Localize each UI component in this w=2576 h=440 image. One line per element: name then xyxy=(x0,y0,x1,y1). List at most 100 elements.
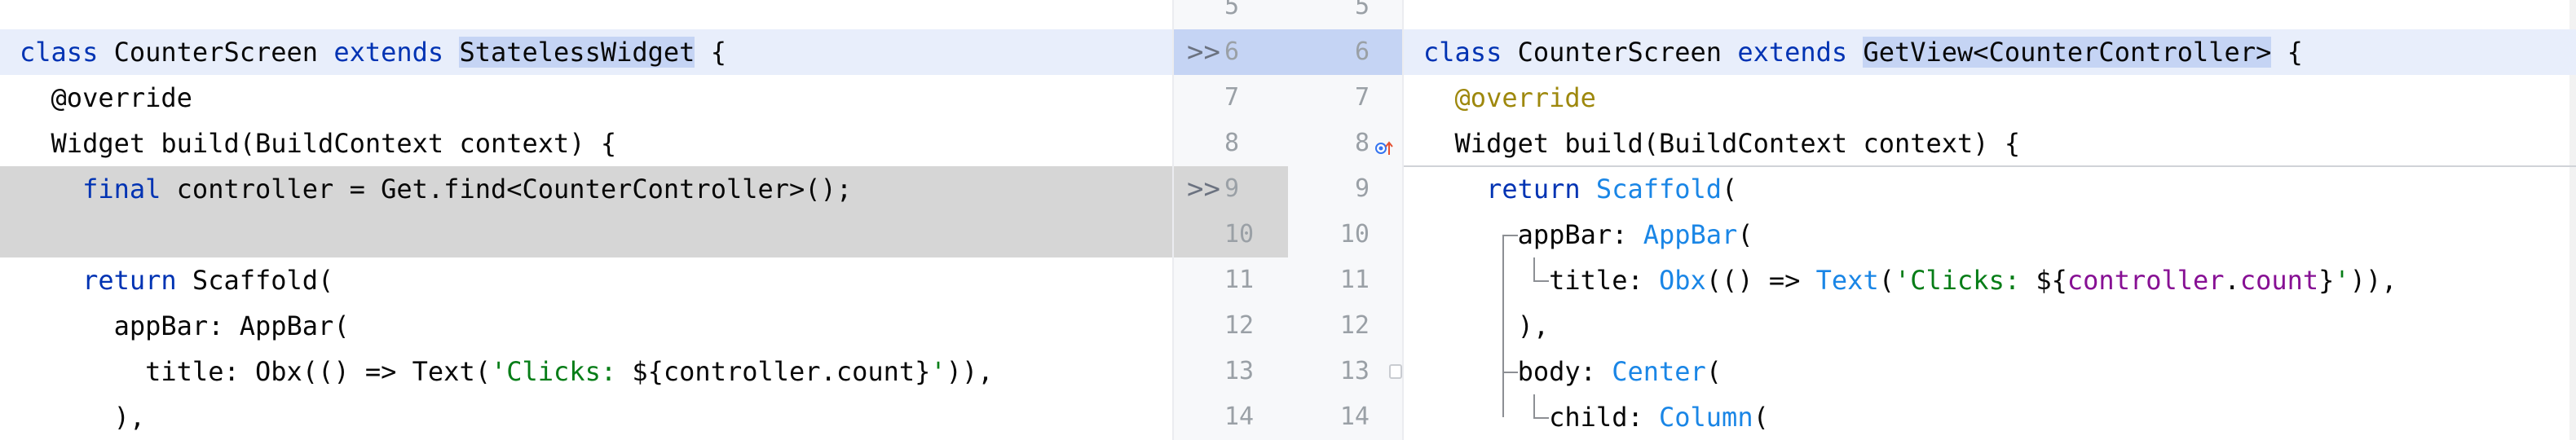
code-token: ), xyxy=(1423,310,1550,341)
code-token: ( xyxy=(1878,265,1895,296)
left-line-number: 14 xyxy=(1224,403,1255,431)
code-token: (BuildContext context) { xyxy=(1643,128,2021,159)
code-token: 'Clicks: xyxy=(1894,265,2036,296)
tree-guide xyxy=(1502,235,1504,417)
code-token: ${ xyxy=(2036,265,2067,296)
left-diff-pane[interactable]: class CounterScreen extends StatelessWid… xyxy=(0,0,1172,440)
code-text: ), xyxy=(20,394,146,440)
code-token: ( xyxy=(1722,174,1738,205)
right-code-line[interactable]: appBar: AppBar( xyxy=(1404,212,2576,257)
code-token: class xyxy=(20,37,114,68)
code-token: CounterScreen xyxy=(1517,37,1738,68)
code-token: extends xyxy=(1737,37,1864,68)
code-token: ), xyxy=(20,402,146,433)
changed-token: GetView<CounterController> xyxy=(1863,37,2272,68)
code-token: controller = Get.find<CounterController>… xyxy=(176,174,853,205)
right-line-number: 9 xyxy=(1354,174,1370,203)
code-text: final controller = Get.find<CounterContr… xyxy=(20,166,852,212)
code-token: Center xyxy=(1612,356,1706,387)
right-code-line[interactable]: ), xyxy=(1404,303,2576,349)
left-code-line[interactable]: appBar: AppBar( xyxy=(0,303,1172,349)
code-token: @override xyxy=(20,82,192,113)
left-code-line[interactable]: Widget build(BuildContext context) { xyxy=(0,121,1172,166)
right-diff-pane[interactable]: class CounterScreen extends GetView<Coun… xyxy=(1404,0,2576,440)
code-token: (() => xyxy=(1705,265,1816,296)
code-token: { xyxy=(2271,37,2303,68)
right-line-number: 10 xyxy=(1339,220,1370,249)
code-token: { xyxy=(695,37,726,68)
left-line-number: 12 xyxy=(1224,311,1255,340)
left-line-number: 8 xyxy=(1224,129,1240,157)
code-text: return Scaffold( xyxy=(20,257,333,303)
right-line-number: 7 xyxy=(1354,83,1370,112)
right-code-line[interactable]: body: Center( xyxy=(1404,349,2576,394)
code-token: Obx xyxy=(1658,265,1706,296)
fold-marker-icon[interactable] xyxy=(1389,364,1402,379)
code-token: build xyxy=(1564,128,1643,159)
code-token: ( xyxy=(1737,219,1753,250)
left-line-number: 13 xyxy=(1224,357,1255,385)
code-token: Scaffold xyxy=(1595,174,1722,205)
code-token: CounterScreen xyxy=(113,37,334,68)
left-code-line[interactable]: return Scaffold( xyxy=(0,257,1172,303)
apply-change-chevron-icon[interactable]: >> xyxy=(1187,166,1220,212)
apply-change-chevron-icon[interactable]: >> xyxy=(1187,29,1220,75)
tree-guide xyxy=(1533,257,1536,280)
right-code-line[interactable]: child: Column( xyxy=(1404,394,2576,440)
code-text: class CounterScreen extends StatelessWid… xyxy=(20,29,726,75)
right-line-number: 5 xyxy=(1354,0,1370,20)
code-token: ${controller.count} xyxy=(632,356,931,387)
left-code-line[interactable]: @override xyxy=(0,75,1172,121)
right-line-number: 14 xyxy=(1339,403,1370,431)
override-method-icon[interactable] xyxy=(1374,134,1394,155)
code-token: ' xyxy=(930,356,946,387)
code-token: return xyxy=(1486,174,1596,205)
left-line-number: 7 xyxy=(1224,83,1240,112)
code-token: )), xyxy=(2349,265,2397,296)
code-text: Widget build(BuildContext context) { xyxy=(1423,121,2021,166)
code-token: controller xyxy=(2067,265,2225,296)
right-code-line[interactable]: class CounterScreen extends GetView<Coun… xyxy=(1404,29,2576,75)
code-token: Column xyxy=(1658,402,1753,433)
tree-guide xyxy=(1533,417,1550,419)
tree-guide xyxy=(1502,372,1518,373)
code-text: Widget build(BuildContext context) { xyxy=(20,121,617,166)
right-line-number: 12 xyxy=(1339,311,1370,340)
left-line-number: 10 xyxy=(1224,220,1255,249)
left-line-number: 6 xyxy=(1224,37,1240,66)
right-code-line[interactable]: @override xyxy=(1404,75,2576,121)
code-text: title: Obx(() => Text('Clicks: ${control… xyxy=(20,349,993,394)
left-code-line[interactable]: ), xyxy=(0,394,1172,440)
left-line-number: 5 xyxy=(1224,0,1240,20)
code-token: ( xyxy=(1705,356,1722,387)
tree-guide xyxy=(1502,235,1518,236)
left-code-line[interactable] xyxy=(0,212,1172,257)
right-line-number: 8 xyxy=(1354,129,1370,157)
code-text: appBar: AppBar( xyxy=(20,303,350,349)
right-code-line[interactable]: return Scaffold( xyxy=(1404,166,2576,212)
code-token: ' xyxy=(2334,265,2350,296)
code-token: 'Clicks: xyxy=(490,356,633,387)
right-line-number: 6 xyxy=(1354,37,1370,66)
code-text: class CounterScreen extends GetView<Coun… xyxy=(1423,29,2303,75)
code-token: Widget build(BuildContext context) { xyxy=(20,128,617,159)
code-token: ( xyxy=(1753,402,1769,433)
code-token: } xyxy=(2318,265,2335,296)
code-token: class xyxy=(1423,37,1518,68)
left-line-number: 11 xyxy=(1224,266,1255,294)
diff-gutter[interactable]: 5 5 6 6 7 7 8 8 9 9 10 10 11 11 12 12 13 13 14 14 >> >> xyxy=(1172,0,1404,440)
code-text: child: Column( xyxy=(1423,394,1769,440)
left-code-line[interactable]: title: Obx(() => Text('Clicks: ${control… xyxy=(0,349,1172,394)
code-text: title: Obx(() => Text('Clicks: ${control… xyxy=(1423,257,2397,303)
code-token: appBar: AppBar( xyxy=(20,310,350,341)
left-code-line[interactable]: class CounterScreen extends StatelessWid… xyxy=(0,29,1172,75)
right-code-line[interactable]: Widget build(BuildContext context) { xyxy=(1404,121,2576,166)
left-code-line[interactable]: final controller = Get.find<CounterContr… xyxy=(0,166,1172,212)
code-token: appBar: xyxy=(1423,219,1643,250)
right-code-line[interactable]: title: Obx(() => Text('Clicks: ${control… xyxy=(1404,257,2576,303)
code-text: return Scaffold( xyxy=(1423,166,1737,212)
code-text: appBar: AppBar( xyxy=(1423,212,1753,257)
